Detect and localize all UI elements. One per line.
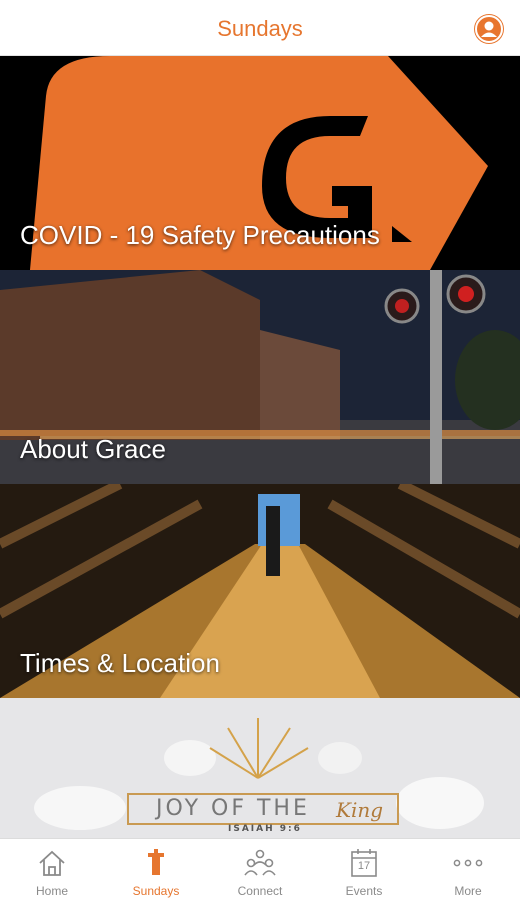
more-dots-icon [451, 847, 485, 884]
calendar-day: 17 [357, 860, 371, 872]
tab-label: Sundays [132, 884, 180, 898]
tile-about-grace[interactable]: About Grace [0, 270, 520, 484]
tab-home[interactable]: Home [0, 839, 104, 900]
pulpit-icon [140, 847, 172, 884]
people-icon [243, 847, 277, 884]
calendar-icon: 17 [349, 847, 379, 879]
tile-label: About Grace [20, 434, 166, 464]
tile-times-location[interactable]: Times & Location [0, 484, 520, 698]
tab-connect[interactable]: Connect [208, 839, 312, 900]
page-title: Sundays [217, 16, 303, 41]
tab-label: Events [345, 884, 383, 898]
graphic-title: JOY OF THE [156, 796, 310, 821]
top-bar: Sundays [0, 0, 520, 56]
user-icon[interactable] [474, 14, 504, 44]
tab-sundays[interactable]: Sundays [104, 839, 208, 900]
tile-joy-of-the-king[interactable]: JOY OF THE King ISAIAH 9:6 [0, 698, 520, 838]
graphic-reference: ISAIAH 9:6 [228, 824, 302, 834]
tile-label: Times & Location [20, 648, 220, 678]
tab-label: Home [35, 884, 68, 898]
tab-events[interactable]: 17 Events [312, 839, 416, 900]
tab-label: Connect [237, 884, 283, 898]
tab-more[interactable]: More [416, 839, 520, 900]
bottom-tab-bar: Home Sundays Connect 17 Events More [0, 838, 520, 900]
house-icon [36, 847, 68, 884]
tab-label: More [454, 884, 482, 898]
tile-covid-safety[interactable]: COVID - 19 Safety Precautions [0, 56, 520, 270]
graphic-script: King [336, 798, 384, 822]
tile-label: COVID - 19 Safety Precautions [20, 220, 380, 250]
